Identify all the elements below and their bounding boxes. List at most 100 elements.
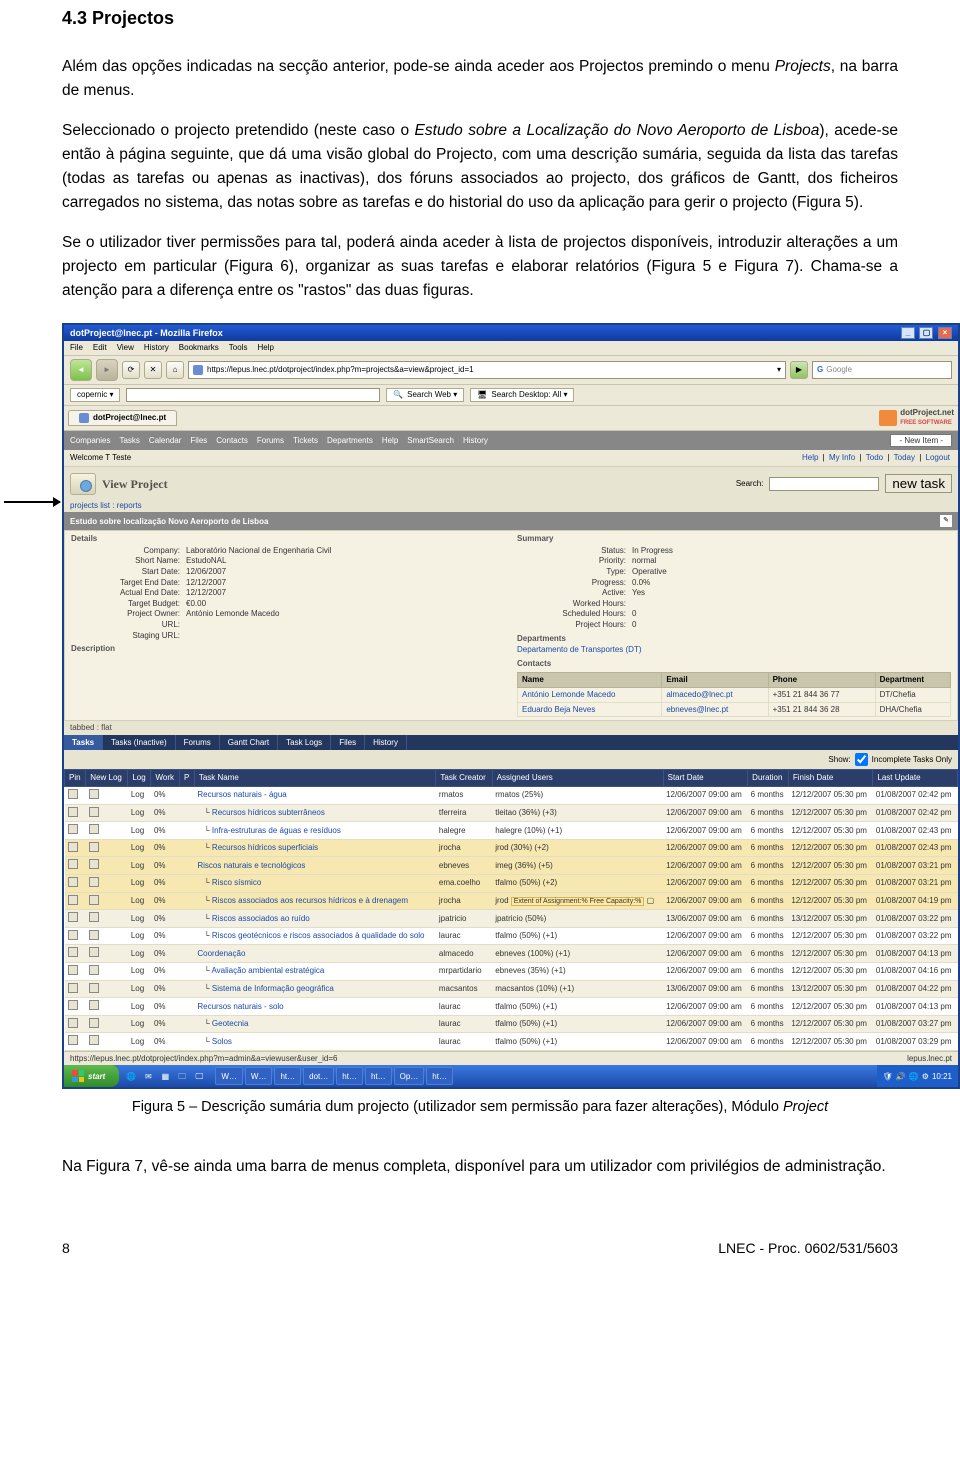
pin-cell[interactable] (65, 786, 86, 804)
log-link[interactable]: Log (128, 892, 151, 910)
newlog-cell[interactable] (86, 804, 128, 822)
pin-cell[interactable] (65, 945, 86, 963)
contacts-cell[interactable]: António Lemonde Macedo (518, 688, 662, 703)
reload-button[interactable]: ⟳ (122, 361, 140, 379)
task-name-cell[interactable]: Recursos naturais - água (194, 786, 436, 804)
new-item-drop[interactable]: - New Item - (890, 434, 952, 448)
log-link[interactable]: Log (128, 910, 151, 928)
tray-icon[interactable]: 🛡 (883, 1072, 893, 1082)
taskbar-app[interactable]: ht… (365, 1067, 392, 1085)
task-th[interactable]: Duration (748, 770, 789, 787)
log-link[interactable]: Log (128, 857, 151, 875)
pin-cell[interactable] (65, 998, 86, 1016)
incomplete-only-checkbox[interactable] (855, 753, 868, 766)
ql-icon[interactable]: 🖵 (191, 1067, 207, 1085)
ql-icon[interactable]: 🗀 (174, 1067, 190, 1085)
ff-menu-item[interactable]: View (117, 343, 134, 353)
newlog-cell[interactable] (86, 839, 128, 857)
contacts-cell[interactable]: almacedo@lnec.pt (662, 688, 768, 703)
newlog-cell[interactable] (86, 998, 128, 1016)
dp-menu-item[interactable]: Files (190, 436, 207, 446)
dp-menu-item[interactable]: Departments (327, 436, 373, 446)
pin-cell[interactable] (65, 1033, 86, 1051)
task-name-cell[interactable]: └ Sistema de Informação geográfica (194, 980, 436, 998)
back-button[interactable]: ◄ (70, 359, 92, 381)
log-link[interactable]: Log (128, 839, 151, 857)
dp-menu-item[interactable]: Contacts (216, 436, 248, 446)
log-link[interactable]: Log (128, 927, 151, 945)
url-bar[interactable]: https://lepus.lnec.pt/dotproject/index.p… (188, 361, 786, 379)
task-th[interactable]: Task Creator (436, 770, 492, 787)
search-web-drop[interactable]: 🔍 Search Web ▾ (386, 388, 464, 402)
task-name-cell[interactable]: └ Recursos hídricos subterrâneos (194, 804, 436, 822)
dp-menu-item[interactable]: Companies (70, 436, 110, 446)
task-name-cell[interactable]: Coordenação (194, 945, 436, 963)
stop-button[interactable]: ✕ (144, 361, 162, 379)
go-button[interactable]: ▶ (790, 361, 808, 379)
header-link[interactable]: Logout (926, 453, 950, 462)
project-search-input[interactable] (769, 477, 879, 491)
forward-button[interactable]: ► (96, 359, 118, 381)
dp-menu-item[interactable]: Help (382, 436, 398, 446)
dp-menu-item[interactable]: Tickets (293, 436, 318, 446)
ff-menu-item[interactable]: Edit (93, 343, 107, 353)
taskbar-app[interactable]: W… (215, 1067, 243, 1085)
pin-cell[interactable] (65, 822, 86, 840)
task-th[interactable]: Start Date (663, 770, 748, 787)
close-button[interactable]: × (938, 327, 952, 339)
newlog-cell[interactable] (86, 945, 128, 963)
task-th[interactable]: New Log (86, 770, 128, 787)
log-link[interactable]: Log (128, 945, 151, 963)
ff-menu-item[interactable]: File (70, 343, 83, 353)
ff-menu-item[interactable]: Help (257, 343, 273, 353)
dp-menu-item[interactable]: Calendar (149, 436, 181, 446)
task-name-cell[interactable]: Recursos naturais - solo (194, 998, 436, 1016)
search-box[interactable]: G Google (812, 361, 952, 379)
dp-menu-item[interactable]: History (463, 436, 488, 446)
maximize-button[interactable]: ▢ (919, 327, 933, 339)
panel-tab[interactable]: History (365, 735, 407, 751)
log-link[interactable]: Log (128, 786, 151, 804)
task-name-cell[interactable]: └ Riscos associados ao ruído (194, 910, 436, 928)
pin-cell[interactable] (65, 962, 86, 980)
panel-tab[interactable]: Tasks (64, 735, 103, 751)
newlog-cell[interactable] (86, 822, 128, 840)
task-name-cell[interactable]: └ Risco sísmico (194, 874, 436, 892)
newlog-cell[interactable] (86, 1033, 128, 1051)
browser-tab[interactable]: dotProject@lnec.pt (68, 410, 177, 426)
contacts-cell[interactable]: Eduardo Beja Neves (518, 702, 662, 717)
log-link[interactable]: Log (128, 962, 151, 980)
panel-tab[interactable]: Files (331, 735, 365, 751)
taskbar-app[interactable]: W… (245, 1067, 273, 1085)
task-th[interactable]: Pin (65, 770, 86, 787)
pin-cell[interactable] (65, 1015, 86, 1033)
pin-cell[interactable] (65, 857, 86, 875)
pin-cell[interactable] (65, 910, 86, 928)
start-button[interactable]: start (64, 1065, 119, 1087)
newlog-cell[interactable] (86, 980, 128, 998)
ql-icon[interactable]: ✉ (140, 1067, 156, 1085)
ql-icon[interactable]: ▦ (157, 1067, 173, 1085)
log-link[interactable]: Log (128, 998, 151, 1016)
pin-cell[interactable] (65, 839, 86, 857)
crumb-link[interactable]: projects list : reports (70, 501, 142, 510)
newlog-cell[interactable] (86, 1015, 128, 1033)
panel-tab[interactable]: Task Logs (278, 735, 331, 751)
task-name-cell[interactable]: └ Riscos geotécnicos e riscos associados… (194, 927, 436, 945)
panel-tab[interactable]: Forums (176, 735, 220, 751)
dp-menu-item[interactable]: Forums (257, 436, 284, 446)
task-name-cell[interactable]: └ Recursos hídricos superficiais (194, 839, 436, 857)
taskbar-app[interactable]: dot… (303, 1067, 334, 1085)
task-name-cell[interactable]: └ Infra-estruturas de águas e resíduos (194, 822, 436, 840)
tray-icon[interactable]: ⚙ (922, 1072, 929, 1082)
ff-menu-item[interactable]: Bookmarks (179, 343, 219, 353)
edit-project-icon[interactable]: ✎ (940, 515, 952, 527)
tray-icon[interactable]: 🔊 (896, 1072, 906, 1082)
task-th[interactable]: P (180, 770, 195, 787)
task-th[interactable]: Assigned Users (492, 770, 663, 787)
newlog-cell[interactable] (86, 892, 128, 910)
log-link[interactable]: Log (128, 980, 151, 998)
log-link[interactable]: Log (128, 1033, 151, 1051)
taskbar-app[interactable]: ht… (336, 1067, 363, 1085)
copernic-drop[interactable]: copernic ▾ (70, 388, 120, 402)
